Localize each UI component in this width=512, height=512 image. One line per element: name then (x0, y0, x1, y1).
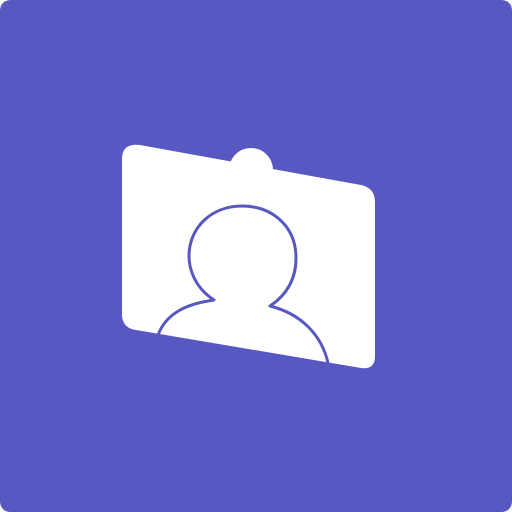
app-icon-tile (0, 0, 512, 512)
camera-dot (233, 152, 269, 188)
webcam-profile-icon (0, 0, 512, 512)
